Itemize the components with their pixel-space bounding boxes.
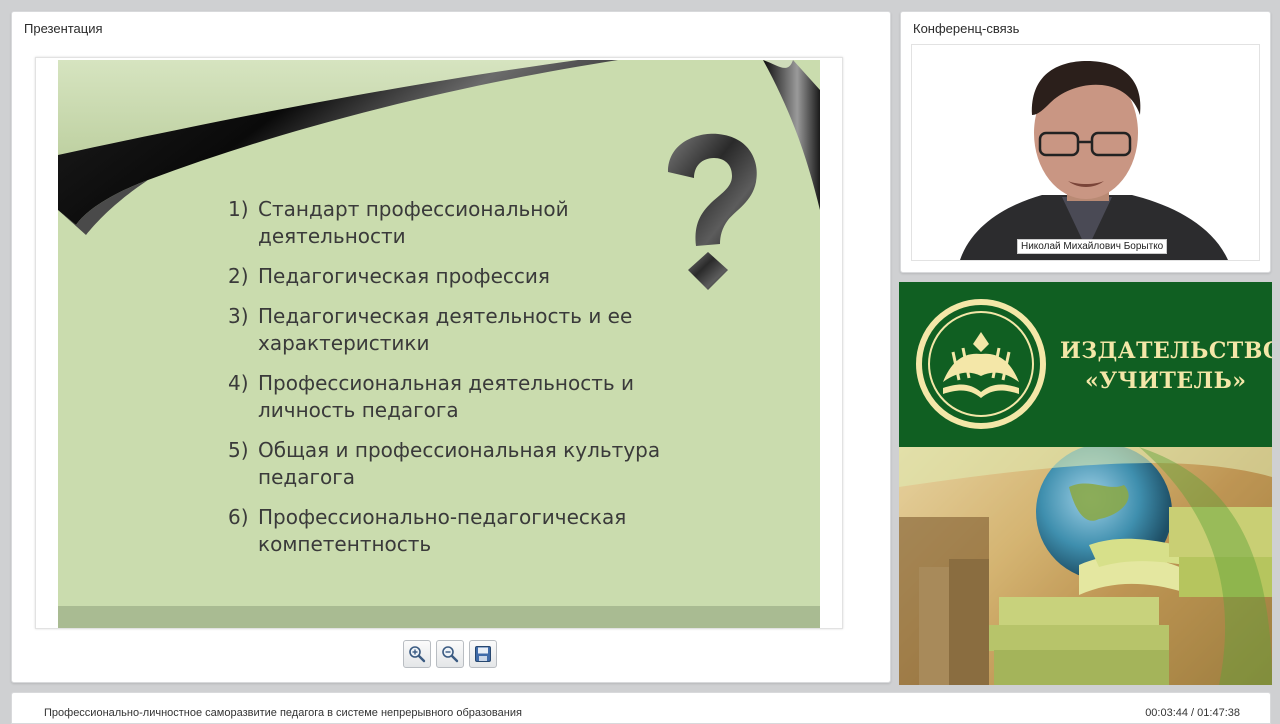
- banner-image: [899, 447, 1272, 685]
- item-text: Профессионально-педагогическая компетент…: [258, 505, 627, 556]
- conference-panel: Конференц-связь Николай Михайлович Борыт…: [900, 11, 1271, 273]
- course-title: Профессионально-личностное саморазвитие …: [44, 707, 522, 719]
- presentation-panel-title: Презентация: [24, 21, 103, 36]
- banner-header: ИЗДАТЕЛЬСТВО «УЧИТЕЛЬ»: [899, 282, 1272, 447]
- question-mark-icon: [668, 133, 757, 290]
- slide-list-item: 5) Общая и профессиональная культура педа…: [228, 437, 698, 491]
- conference-panel-title: Конференц-связь: [913, 21, 1020, 36]
- zoom-in-button[interactable]: [403, 640, 431, 668]
- slide-list-item: 1) Стандарт профессиональной деятельности: [228, 196, 698, 250]
- item-number: 5): [228, 438, 249, 462]
- bottom-status-bar: Профессионально-личностное саморазвитие …: [11, 692, 1271, 724]
- item-number: 6): [228, 505, 249, 529]
- save-icon: [475, 646, 491, 662]
- slide-list-item: 6) Профессионально-педагогическая компете…: [228, 504, 698, 558]
- books-and-globe-illustration: [899, 447, 1272, 685]
- slide-viewport: 1) Стандарт профессиональной деятельности…: [35, 57, 843, 629]
- zoom-out-button[interactable]: [436, 640, 464, 668]
- zoom-in-icon: [409, 646, 426, 663]
- zoom-out-icon: [442, 646, 459, 663]
- item-number: 1): [228, 197, 249, 221]
- publisher-banner[interactable]: ИЗДАТЕЛЬСТВО «УЧИТЕЛЬ»: [899, 282, 1272, 685]
- slide-list-item: 3) Педагогическая деятельность и ее харак…: [228, 303, 698, 357]
- speaker-name-label: Николай Михайлович Борытко: [1017, 239, 1168, 254]
- speaker-video: Николай Михайлович Борытко: [911, 44, 1260, 261]
- item-number: 2): [228, 264, 249, 288]
- slide-footer-bar: [58, 606, 820, 628]
- brand-name-line1: ИЗДАТЕЛЬСТВО: [1060, 338, 1272, 364]
- item-text: Педагогическая деятельность и ее характе…: [258, 304, 633, 355]
- item-text: Общая и профессиональная культура педаго…: [258, 438, 661, 489]
- item-text: Профессиональная деятельность и личность…: [258, 371, 635, 422]
- save-button[interactable]: [469, 640, 497, 668]
- item-number: 4): [228, 371, 249, 395]
- publisher-logo-icon: [916, 299, 1046, 429]
- speaker-avatar: [960, 61, 1228, 260]
- slide: 1) Стандарт профессиональной деятельности…: [58, 60, 820, 628]
- slide-list-item: 4) Профессиональная деятельность и личнос…: [228, 370, 698, 424]
- slide-topic-list: 1) Стандарт профессиональной деятельности…: [228, 196, 698, 571]
- presentation-panel: Презентация 1) Стандарт профессиональной…: [11, 11, 891, 683]
- item-text: Педагогическая профессия: [258, 264, 550, 288]
- item-text: Стандарт профессиональной деятельности: [258, 197, 569, 248]
- brand-name-line2: «УЧИТЕЛЬ»: [1085, 368, 1247, 394]
- slide-list-item: 2) Педагогическая профессия: [228, 263, 698, 290]
- playback-timecode: 00:03:44 / 01:47:38: [1145, 707, 1240, 719]
- item-number: 3): [228, 304, 249, 328]
